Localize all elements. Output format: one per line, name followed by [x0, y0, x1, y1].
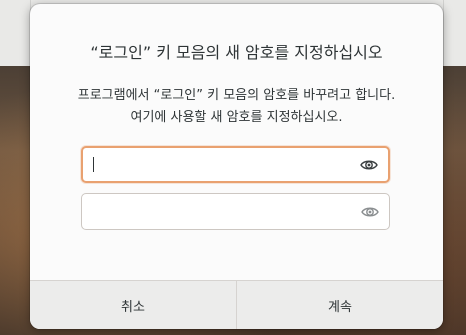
confirm-password-field[interactable] — [81, 193, 390, 231]
eye-icon[interactable] — [361, 205, 379, 219]
dialog-message: 프로그램에서 “로그인” 키 모음의 암호를 바꾸려고 합니다. 여기에 사용할… — [77, 88, 396, 125]
background-window-divider — [443, 0, 444, 66]
text-caret — [93, 157, 94, 172]
new-password-field[interactable] — [81, 146, 390, 183]
eye-icon[interactable] — [360, 158, 378, 172]
password-dialog: “로그인” 키 모음의 새 암호를 지정하십시오 프로그램에서 “로그인” 키 … — [30, 4, 443, 329]
continue-button[interactable]: 계속 — [236, 281, 443, 329]
dialog-title: “로그인” 키 모음의 새 암호를 지정하십시오 — [90, 43, 383, 62]
confirm-password-input[interactable] — [90, 194, 354, 231]
dialog-button-bar: 취소 계속 — [30, 280, 443, 329]
new-password-input[interactable] — [91, 148, 355, 183]
cancel-button[interactable]: 취소 — [30, 281, 236, 329]
